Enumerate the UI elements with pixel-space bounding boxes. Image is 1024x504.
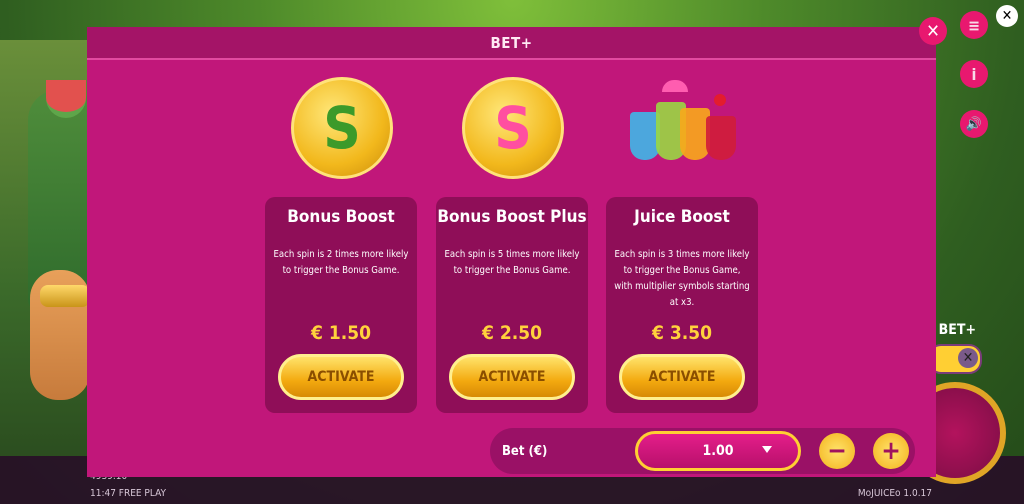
card-title: Juice Boost [634,207,730,227]
card-description: Each spin is 5 times more likely to trig… [444,249,580,276]
bet-label: Bet (€) [502,444,548,459]
betplus-dialog: BET+ Bonus Boost Each spin is 2 times mo… [87,27,936,477]
bet-select[interactable]: 1.00 [635,431,801,471]
green-snake-coin-icon: S [291,77,393,179]
betplus-tag: BET+ [938,322,976,338]
betplus-off-icon[interactable]: ✕ [958,348,978,368]
plus-button[interactable]: + [873,433,909,469]
version-text: MoJUICEo 1.0.17 [857,488,932,499]
freeplay-text: 11:47 FREE PLAY [90,488,166,499]
exit-icon[interactable]: ✕ [996,5,1018,27]
juice-drinks-icon [622,72,742,172]
activate-button[interactable]: ACTIVATE [278,354,404,400]
card-description: Each spin is 3 times more likely to trig… [614,249,750,308]
sound-icon[interactable]: 🔊 [960,110,988,138]
minus-button[interactable]: − [819,433,855,469]
card-juice-boost: Juice Boost Each spin is 3 times more li… [606,197,758,413]
card-title: Bonus Boost [287,207,395,227]
card-bonus-boost: Bonus Boost Each spin is 2 times more li… [265,197,417,413]
menu-icon[interactable]: ≡ [960,11,988,39]
gold-armband [40,285,90,307]
card-price: € 1.50 [310,322,371,344]
activate-button[interactable]: ACTIVATE [449,354,575,400]
dialog-title: BET+ [87,27,936,60]
card-title: Bonus Boost Plus [437,207,587,227]
card-description: Each spin is 2 times more likely to trig… [273,249,409,276]
card-price: € 3.50 [651,322,712,344]
activate-button[interactable]: ACTIVATE [619,354,745,400]
close-icon[interactable]: ✕ [919,17,947,45]
chevron-down-icon [762,446,772,453]
info-icon[interactable]: i [960,60,988,88]
card-price: € 2.50 [481,322,542,344]
pink-snake-coin-icon: S [462,77,564,179]
card-bonus-boost-plus: Bonus Boost Plus Each spin is 5 times mo… [436,197,588,413]
